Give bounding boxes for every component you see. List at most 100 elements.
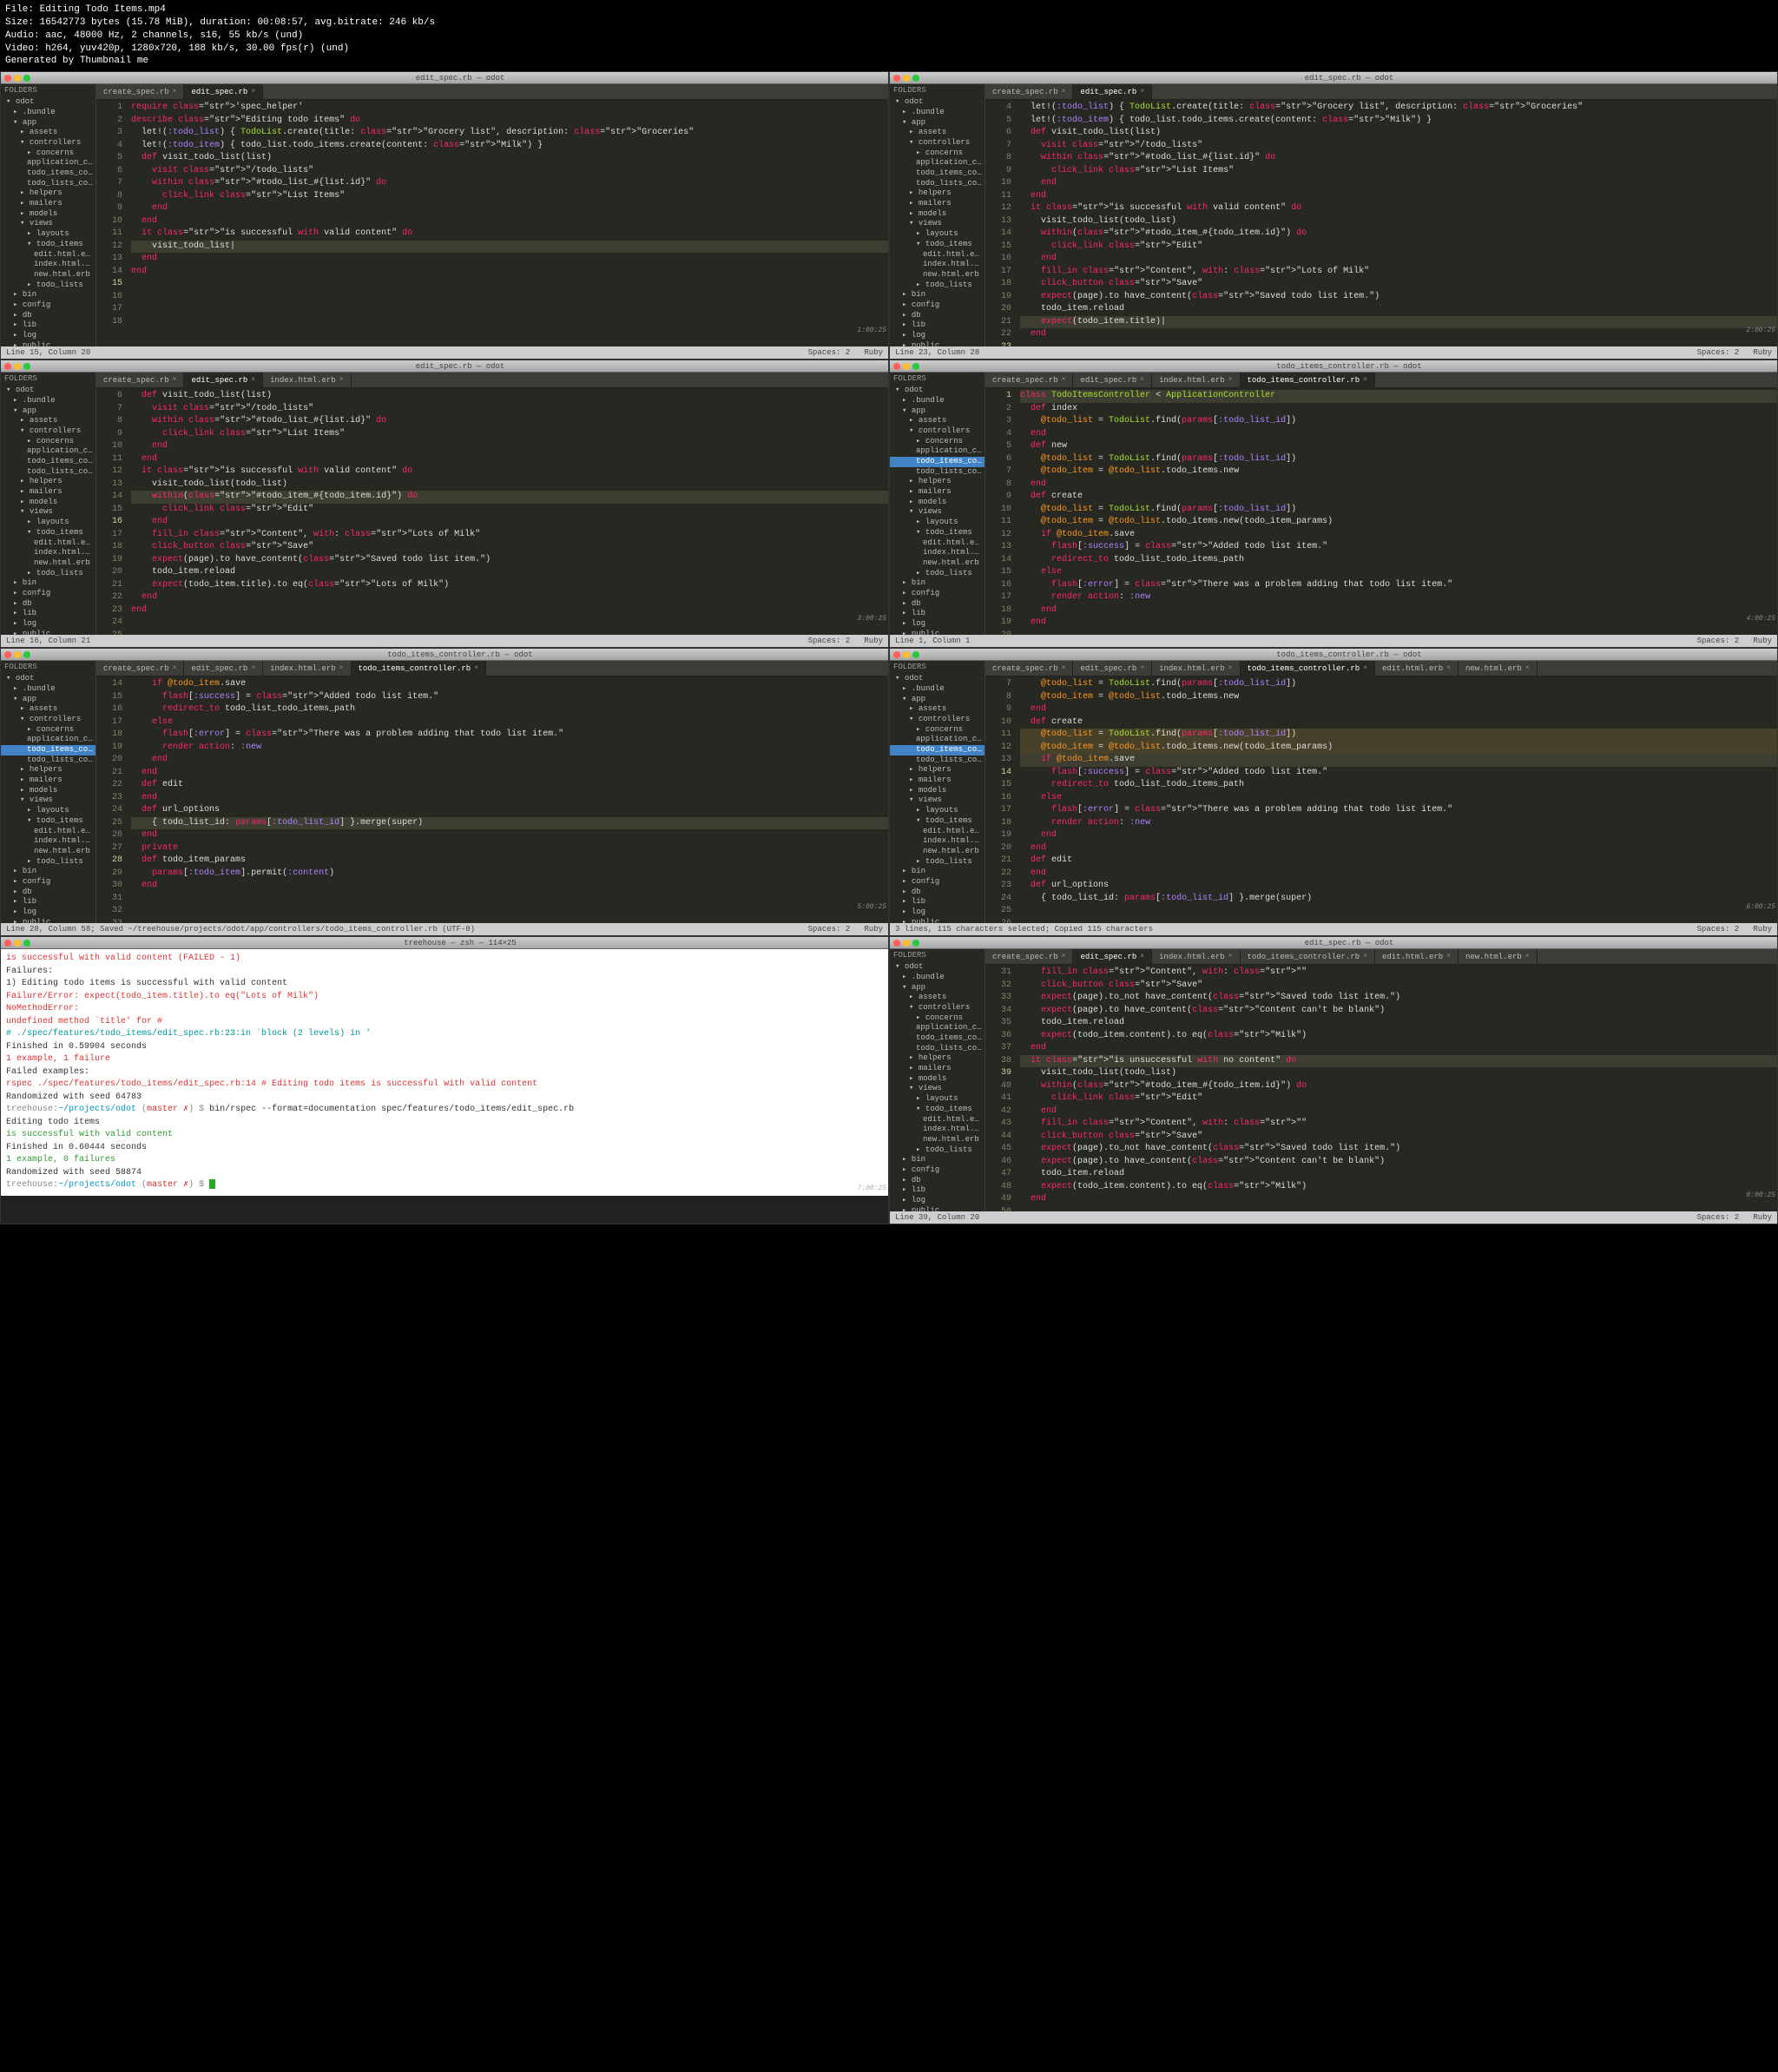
tree-item[interactable]: ▸ todo_lists [1, 857, 95, 868]
tree-item[interactable]: ▾ odot [890, 674, 984, 684]
tree-item[interactable]: ▸ lib [890, 320, 984, 331]
tree-item[interactable]: ▸ bin [1, 867, 95, 877]
close-icon[interactable] [4, 75, 11, 82]
tree-item[interactable]: ▸ db [1, 599, 95, 610]
close-tab-icon[interactable]: × [1228, 953, 1233, 960]
tree-item[interactable]: ▸ lib [890, 1185, 984, 1196]
tree-item[interactable]: ▸ helpers [890, 765, 984, 775]
tree-item[interactable]: todo_lists_controller.rb [1, 756, 95, 766]
tree-item[interactable]: ▸ lib [1, 609, 95, 619]
tree-item[interactable]: ▸ models [890, 498, 984, 508]
tree-item[interactable]: ▸ layouts [1, 229, 95, 240]
close-tab-icon[interactable]: × [1446, 664, 1451, 672]
tab[interactable]: create_spec.rb× [985, 949, 1073, 964]
tree-item[interactable]: new.html.erb [1, 847, 95, 857]
tree-item[interactable]: ▸ .bundle [890, 973, 984, 983]
close-tab-icon[interactable]: × [474, 664, 478, 672]
window-titlebar[interactable]: edit_spec.rb — odot [890, 72, 1777, 84]
tree-item[interactable]: ▸ mailers [1, 775, 95, 786]
tree-item[interactable]: ▾ todo_items [1, 528, 95, 538]
tab[interactable]: new.html.erb× [1459, 949, 1538, 964]
tab[interactable]: index.html.erb× [263, 661, 351, 676]
tree-item[interactable]: ▸ bin [1, 578, 95, 589]
tree-item[interactable]: ▸ concerns [1, 725, 95, 736]
tab[interactable]: edit_spec.rb× [184, 373, 263, 387]
tree-item[interactable]: ▸ concerns [890, 437, 984, 447]
tab[interactable]: create_spec.rb× [96, 84, 184, 99]
tree-item[interactable]: application_controller.rb [890, 158, 984, 168]
close-icon[interactable] [893, 940, 900, 947]
close-tab-icon[interactable]: × [1446, 953, 1451, 960]
close-tab-icon[interactable]: × [1062, 88, 1066, 96]
tree-item[interactable]: ▸ .bundle [890, 108, 984, 118]
tree-item[interactable]: ▸ log [1, 907, 95, 918]
source-code[interactable]: def visit_todo_list(list) visit class="s… [128, 388, 888, 635]
tree-item[interactable]: todo_items_controller.rb [890, 745, 984, 756]
tree-item[interactable]: ▸ helpers [890, 188, 984, 199]
tree-item[interactable]: edit.html.erb [890, 827, 984, 837]
tab[interactable]: create_spec.rb× [985, 661, 1073, 676]
tree-item[interactable]: ▾ odot [1, 97, 95, 108]
tree-item[interactable]: ▸ .bundle [1, 108, 95, 118]
tree-item[interactable]: ▸ lib [1, 897, 95, 907]
tab[interactable]: edit.html.erb× [1375, 661, 1459, 676]
tree-item[interactable]: ▸ models [1, 498, 95, 508]
zoom-icon[interactable] [912, 75, 919, 82]
tree-item[interactable]: new.html.erb [890, 270, 984, 280]
tree-item[interactable]: ▸ assets [1, 704, 95, 715]
tree-item[interactable]: ▸ assets [1, 128, 95, 138]
zoom-icon[interactable] [23, 940, 30, 947]
tree-item[interactable]: ▸ models [890, 786, 984, 796]
close-tab-icon[interactable]: × [339, 376, 344, 384]
window-titlebar[interactable]: edit_spec.rb — odot [890, 937, 1777, 949]
close-tab-icon[interactable]: × [339, 664, 344, 672]
tree-item[interactable]: ▸ bin [890, 290, 984, 300]
code-editor[interactable]: 7891011121314151617181920212223242526272… [985, 676, 1777, 923]
tree-item[interactable]: ▸ db [890, 311, 984, 321]
tree-item[interactable]: todo_items_controller.rb [1, 745, 95, 756]
tree-item[interactable]: todo_items_controller.rb [890, 457, 984, 467]
minimize-icon[interactable] [14, 940, 21, 947]
tree-item[interactable]: ▸ bin [890, 1155, 984, 1165]
tree-item[interactable]: ▸ todo_lists [1, 280, 95, 291]
minimize-icon[interactable] [14, 75, 21, 82]
tab[interactable]: index.html.erb× [263, 373, 351, 387]
tab[interactable]: index.html.erb× [1152, 373, 1240, 387]
close-tab-icon[interactable]: × [1062, 953, 1066, 960]
tree-item[interactable]: ▸ concerns [890, 725, 984, 736]
close-tab-icon[interactable]: × [251, 664, 255, 672]
source-code[interactable]: require class="str">'spec_helper'describ… [128, 100, 888, 346]
tree-item[interactable]: ▾ app [1, 118, 95, 129]
tree-item[interactable]: index.html.erb [890, 836, 984, 847]
source-code[interactable]: if @todo_item.save flash[:success] = cla… [128, 676, 888, 923]
tree-item[interactable]: ▸ layouts [890, 806, 984, 816]
tree-item[interactable]: new.html.erb [890, 847, 984, 857]
window-titlebar[interactable]: edit_spec.rb — odot [1, 360, 888, 373]
tree-item[interactable]: ▸ log [1, 331, 95, 341]
tree-item[interactable]: ▸ concerns [890, 148, 984, 159]
tree-item[interactable]: todo_lists_controller.rb [890, 1044, 984, 1054]
tree-item[interactable]: todo_lists_controller.rb [1, 179, 95, 189]
minimize-icon[interactable] [14, 651, 21, 658]
close-tab-icon[interactable]: × [1525, 664, 1530, 672]
tree-item[interactable]: ▸ bin [1, 290, 95, 300]
tree-item[interactable]: ▸ log [890, 1196, 984, 1206]
tree-item[interactable]: ▾ todo_items [890, 816, 984, 827]
close-tab-icon[interactable]: × [251, 376, 255, 384]
tree-item[interactable]: ▸ todo_lists [890, 280, 984, 291]
zoom-icon[interactable] [23, 363, 30, 370]
tree-item[interactable]: ▾ controllers [890, 426, 984, 437]
tree-item[interactable]: ▾ views [1, 507, 95, 518]
source-code[interactable]: let!(:todo_list) { TodoList.create(title… [1017, 100, 1777, 346]
tree-item[interactable]: index.html.erb [1, 260, 95, 270]
close-tab-icon[interactable]: × [1140, 664, 1144, 672]
tree-item[interactable]: ▸ helpers [890, 1053, 984, 1064]
close-tab-icon[interactable]: × [1062, 664, 1066, 672]
code-editor[interactable]: 123456789101112131415161718require class… [96, 100, 888, 346]
tree-item[interactable]: ▾ app [1, 695, 95, 705]
tree-item[interactable]: edit.html.erb [890, 250, 984, 261]
tree-item[interactable]: ▾ todo_items [890, 240, 984, 250]
close-tab-icon[interactable]: × [1363, 953, 1367, 960]
tree-item[interactable]: ▾ controllers [890, 1003, 984, 1013]
tree-item[interactable]: ▾ odot [890, 386, 984, 396]
